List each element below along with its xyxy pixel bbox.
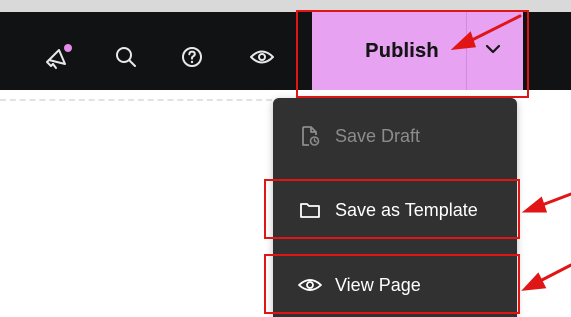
- help-icon: [179, 44, 205, 70]
- arrow-to-save-template: [540, 192, 571, 207]
- canvas-dashed-outline: [0, 99, 272, 101]
- folder-icon: [297, 197, 323, 223]
- menu-item-label: Save Draft: [335, 125, 421, 146]
- announcements-button[interactable]: [38, 37, 78, 77]
- eye-icon: [248, 43, 276, 71]
- search-icon: [113, 44, 139, 70]
- screenshot-stage: Publish Save Draft Save as Template View…: [0, 0, 571, 317]
- eye-icon: [297, 272, 323, 298]
- menu-item-save-as-template[interactable]: Save as Template: [273, 180, 517, 240]
- menu-item-save-draft[interactable]: Save Draft: [273, 106, 517, 166]
- megaphone-icon: [41, 40, 75, 74]
- publish-dropdown-menu: Save Draft Save as Template View Page: [273, 98, 517, 317]
- top-edge-strip: [0, 0, 571, 12]
- chevron-down-icon: [482, 38, 504, 65]
- publish-split-button: Publish: [312, 12, 523, 90]
- help-button[interactable]: [172, 37, 212, 77]
- publish-button[interactable]: Publish: [342, 32, 462, 70]
- arrowhead-view-page: [521, 272, 547, 291]
- publish-divider: [466, 12, 467, 90]
- arrowhead-save-template: [521, 196, 548, 213]
- menu-item-label: View Page: [335, 274, 421, 295]
- preview-button[interactable]: [242, 37, 282, 77]
- publish-options-button[interactable]: [472, 32, 514, 70]
- arrow-to-view-page: [538, 263, 571, 283]
- file-clock-icon: [297, 123, 323, 149]
- search-button[interactable]: [106, 37, 146, 77]
- menu-item-label: Save as Template: [335, 199, 478, 220]
- menu-item-view-page[interactable]: View Page: [273, 255, 517, 315]
